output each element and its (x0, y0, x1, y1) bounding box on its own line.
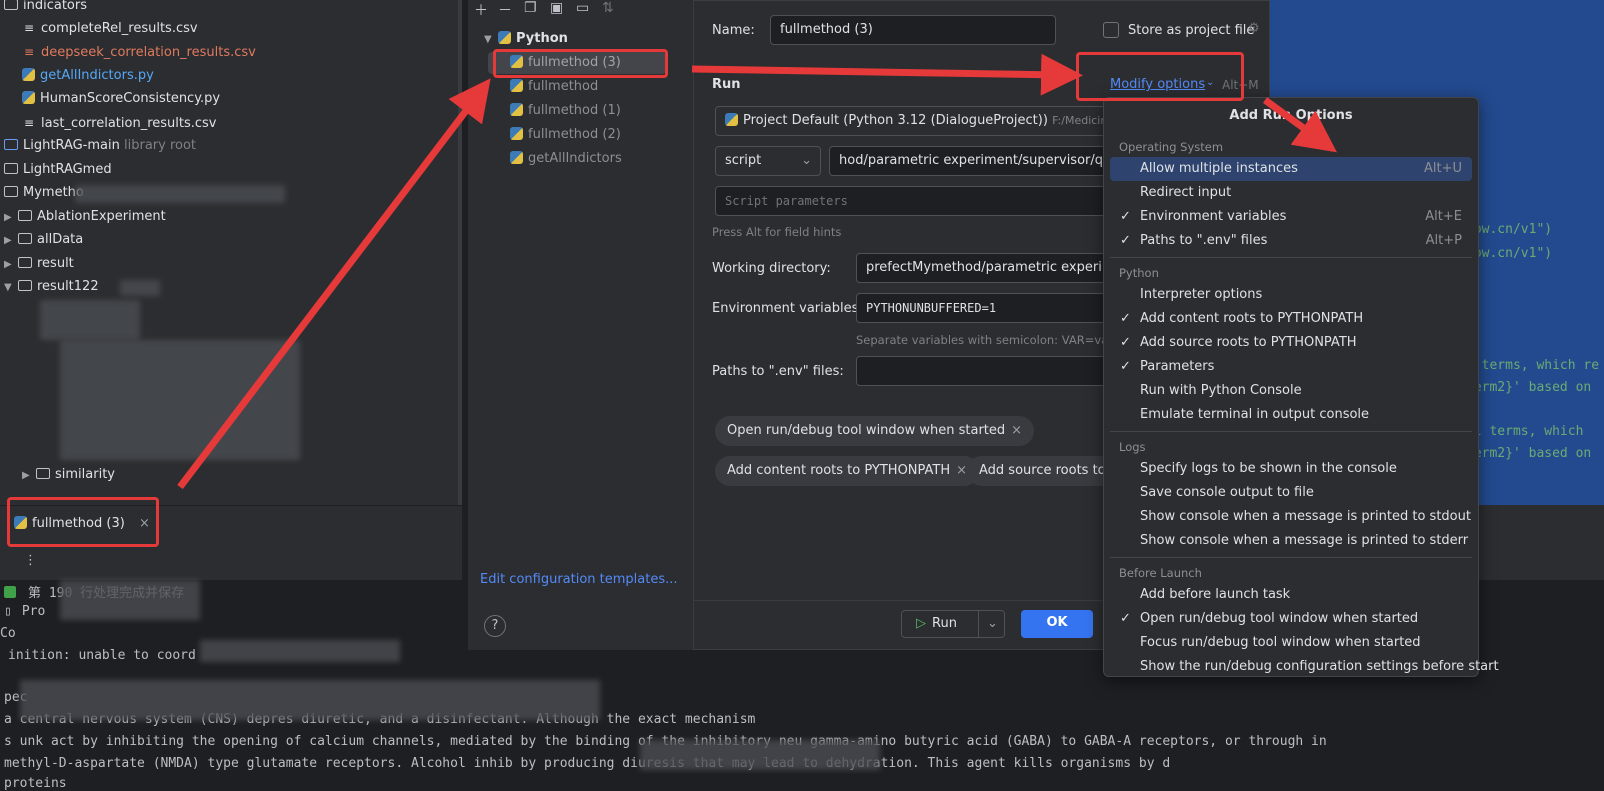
annotation-arrow (691, 53, 1083, 96)
annotation-arrow (177, 78, 491, 490)
annotation-arrows (177, 53, 1337, 490)
annotation-arrow (1262, 97, 1337, 153)
